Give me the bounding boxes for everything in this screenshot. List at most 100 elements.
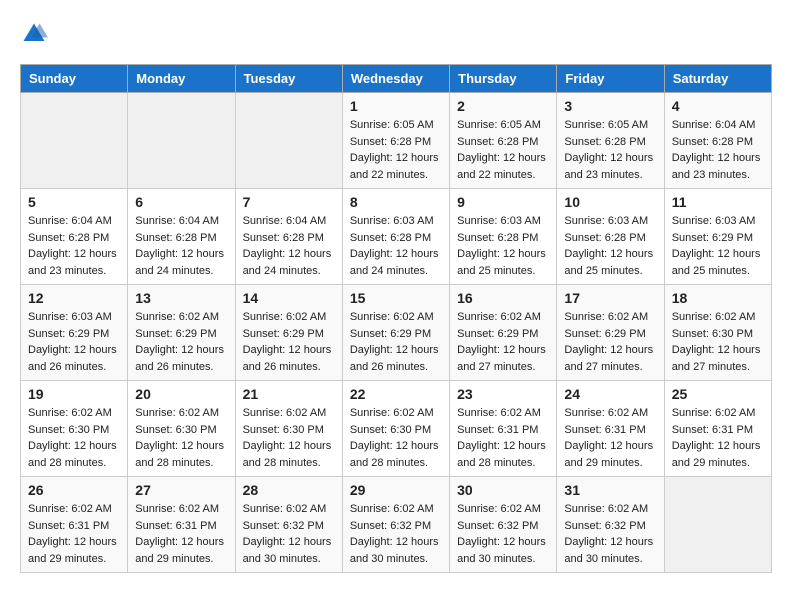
calendar-cell: 19 Sunrise: 6:02 AM Sunset: 6:30 PM Dayli… [21, 381, 128, 477]
day-info: Sunrise: 6:05 AM Sunset: 6:28 PM Dayligh… [564, 117, 656, 183]
calendar-cell: 11 Sunrise: 6:03 AM Sunset: 6:29 PM Dayli… [664, 189, 771, 285]
day-number: 24 [564, 386, 656, 402]
calendar-cell: 20 Sunrise: 6:02 AM Sunset: 6:30 PM Dayli… [128, 381, 235, 477]
day-number: 17 [564, 290, 656, 306]
day-info: Sunrise: 6:03 AM Sunset: 6:29 PM Dayligh… [672, 213, 764, 279]
day-info: Sunrise: 6:02 AM Sunset: 6:30 PM Dayligh… [243, 405, 335, 471]
calendar-cell [235, 93, 342, 189]
day-info: Sunrise: 6:04 AM Sunset: 6:28 PM Dayligh… [672, 117, 764, 183]
day-info: Sunrise: 6:02 AM Sunset: 6:31 PM Dayligh… [28, 501, 120, 567]
header-day-sunday: Sunday [21, 65, 128, 93]
day-number: 21 [243, 386, 335, 402]
header-day-tuesday: Tuesday [235, 65, 342, 93]
day-number: 13 [135, 290, 227, 306]
day-number: 6 [135, 194, 227, 210]
calendar-cell: 1 Sunrise: 6:05 AM Sunset: 6:28 PM Daylig… [342, 93, 449, 189]
week-row-5: 26 Sunrise: 6:02 AM Sunset: 6:31 PM Dayli… [21, 477, 772, 573]
day-info: Sunrise: 6:02 AM Sunset: 6:32 PM Dayligh… [457, 501, 549, 567]
calendar-table: SundayMondayTuesdayWednesdayThursdayFrid… [20, 64, 772, 573]
day-info: Sunrise: 6:02 AM Sunset: 6:29 PM Dayligh… [564, 309, 656, 375]
day-number: 18 [672, 290, 764, 306]
calendar-cell: 27 Sunrise: 6:02 AM Sunset: 6:31 PM Dayli… [128, 477, 235, 573]
header-day-saturday: Saturday [664, 65, 771, 93]
calendar-cell: 8 Sunrise: 6:03 AM Sunset: 6:28 PM Daylig… [342, 189, 449, 285]
day-number: 27 [135, 482, 227, 498]
calendar-cell: 16 Sunrise: 6:02 AM Sunset: 6:29 PM Dayli… [450, 285, 557, 381]
calendar-header: SundayMondayTuesdayWednesdayThursdayFrid… [21, 65, 772, 93]
day-info: Sunrise: 6:02 AM Sunset: 6:32 PM Dayligh… [243, 501, 335, 567]
calendar-cell: 4 Sunrise: 6:04 AM Sunset: 6:28 PM Daylig… [664, 93, 771, 189]
day-number: 23 [457, 386, 549, 402]
day-info: Sunrise: 6:02 AM Sunset: 6:32 PM Dayligh… [350, 501, 442, 567]
day-number: 15 [350, 290, 442, 306]
day-number: 8 [350, 194, 442, 210]
day-number: 31 [564, 482, 656, 498]
day-info: Sunrise: 6:02 AM Sunset: 6:31 PM Dayligh… [457, 405, 549, 471]
day-info: Sunrise: 6:03 AM Sunset: 6:28 PM Dayligh… [564, 213, 656, 279]
day-info: Sunrise: 6:04 AM Sunset: 6:28 PM Dayligh… [135, 213, 227, 279]
day-number: 4 [672, 98, 764, 114]
calendar-cell: 2Sunrise: 6:05 AM Sunset: 6:28 PM Daylig… [450, 93, 557, 189]
header-day-friday: Friday [557, 65, 664, 93]
calendar-cell: 3 Sunrise: 6:05 AM Sunset: 6:28 PM Daylig… [557, 93, 664, 189]
day-number: 29 [350, 482, 442, 498]
day-info: Sunrise: 6:03 AM Sunset: 6:28 PM Dayligh… [457, 213, 549, 279]
calendar-cell: 30Sunrise: 6:02 AM Sunset: 6:32 PM Dayli… [450, 477, 557, 573]
week-row-3: 12 Sunrise: 6:03 AM Sunset: 6:29 PM Dayli… [21, 285, 772, 381]
day-number: 25 [672, 386, 764, 402]
header-row: SundayMondayTuesdayWednesdayThursdayFrid… [21, 65, 772, 93]
day-number: 28 [243, 482, 335, 498]
week-row-4: 19 Sunrise: 6:02 AM Sunset: 6:30 PM Dayli… [21, 381, 772, 477]
day-info: Sunrise: 6:02 AM Sunset: 6:30 PM Dayligh… [350, 405, 442, 471]
day-info: Sunrise: 6:02 AM Sunset: 6:29 PM Dayligh… [457, 309, 549, 375]
calendar-cell: 7Sunrise: 6:04 AM Sunset: 6:28 PM Daylig… [235, 189, 342, 285]
day-info: Sunrise: 6:04 AM Sunset: 6:28 PM Dayligh… [243, 213, 335, 279]
day-number: 2 [457, 98, 549, 114]
header-day-wednesday: Wednesday [342, 65, 449, 93]
day-info: Sunrise: 6:03 AM Sunset: 6:28 PM Dayligh… [350, 213, 442, 279]
day-info: Sunrise: 6:02 AM Sunset: 6:31 PM Dayligh… [672, 405, 764, 471]
calendar-cell: 15 Sunrise: 6:02 AM Sunset: 6:29 PM Dayli… [342, 285, 449, 381]
day-number: 3 [564, 98, 656, 114]
calendar-cell [128, 93, 235, 189]
day-number: 9 [457, 194, 549, 210]
calendar-cell: 25 Sunrise: 6:02 AM Sunset: 6:31 PM Dayli… [664, 381, 771, 477]
day-info: Sunrise: 6:05 AM Sunset: 6:28 PM Dayligh… [350, 117, 442, 183]
day-number: 1 [350, 98, 442, 114]
calendar-cell: 5 Sunrise: 6:04 AM Sunset: 6:28 PM Daylig… [21, 189, 128, 285]
calendar-cell: 10Sunrise: 6:03 AM Sunset: 6:28 PM Dayli… [557, 189, 664, 285]
calendar-cell [21, 93, 128, 189]
calendar-cell: 28 Sunrise: 6:02 AM Sunset: 6:32 PM Dayli… [235, 477, 342, 573]
day-number: 19 [28, 386, 120, 402]
day-info: Sunrise: 6:03 AM Sunset: 6:29 PM Dayligh… [28, 309, 120, 375]
day-number: 14 [243, 290, 335, 306]
day-number: 26 [28, 482, 120, 498]
calendar-cell: 12 Sunrise: 6:03 AM Sunset: 6:29 PM Dayli… [21, 285, 128, 381]
day-info: Sunrise: 6:02 AM Sunset: 6:30 PM Dayligh… [672, 309, 764, 375]
logo [20, 20, 52, 48]
day-info: Sunrise: 6:02 AM Sunset: 6:31 PM Dayligh… [135, 501, 227, 567]
header-day-thursday: Thursday [450, 65, 557, 93]
week-row-2: 5 Sunrise: 6:04 AM Sunset: 6:28 PM Daylig… [21, 189, 772, 285]
day-info: Sunrise: 6:02 AM Sunset: 6:32 PM Dayligh… [564, 501, 656, 567]
day-number: 5 [28, 194, 120, 210]
calendar-cell: 29 Sunrise: 6:02 AM Sunset: 6:32 PM Dayli… [342, 477, 449, 573]
day-number: 20 [135, 386, 227, 402]
day-info: Sunrise: 6:02 AM Sunset: 6:29 PM Dayligh… [243, 309, 335, 375]
calendar-cell: 22Sunrise: 6:02 AM Sunset: 6:30 PM Dayli… [342, 381, 449, 477]
day-info: Sunrise: 6:04 AM Sunset: 6:28 PM Dayligh… [28, 213, 120, 279]
day-number: 11 [672, 194, 764, 210]
day-info: Sunrise: 6:02 AM Sunset: 6:29 PM Dayligh… [350, 309, 442, 375]
calendar-cell: 24Sunrise: 6:02 AM Sunset: 6:31 PM Dayli… [557, 381, 664, 477]
calendar-cell [664, 477, 771, 573]
calendar-cell: 31 Sunrise: 6:02 AM Sunset: 6:32 PM Dayli… [557, 477, 664, 573]
calendar-cell: 9 Sunrise: 6:03 AM Sunset: 6:28 PM Daylig… [450, 189, 557, 285]
header-day-monday: Monday [128, 65, 235, 93]
calendar-cell: 26 Sunrise: 6:02 AM Sunset: 6:31 PM Dayli… [21, 477, 128, 573]
day-info: Sunrise: 6:02 AM Sunset: 6:30 PM Dayligh… [135, 405, 227, 471]
calendar-cell: 18 Sunrise: 6:02 AM Sunset: 6:30 PM Dayli… [664, 285, 771, 381]
day-number: 16 [457, 290, 549, 306]
page-header [20, 20, 772, 48]
day-number: 12 [28, 290, 120, 306]
day-info: Sunrise: 6:02 AM Sunset: 6:30 PM Dayligh… [28, 405, 120, 471]
